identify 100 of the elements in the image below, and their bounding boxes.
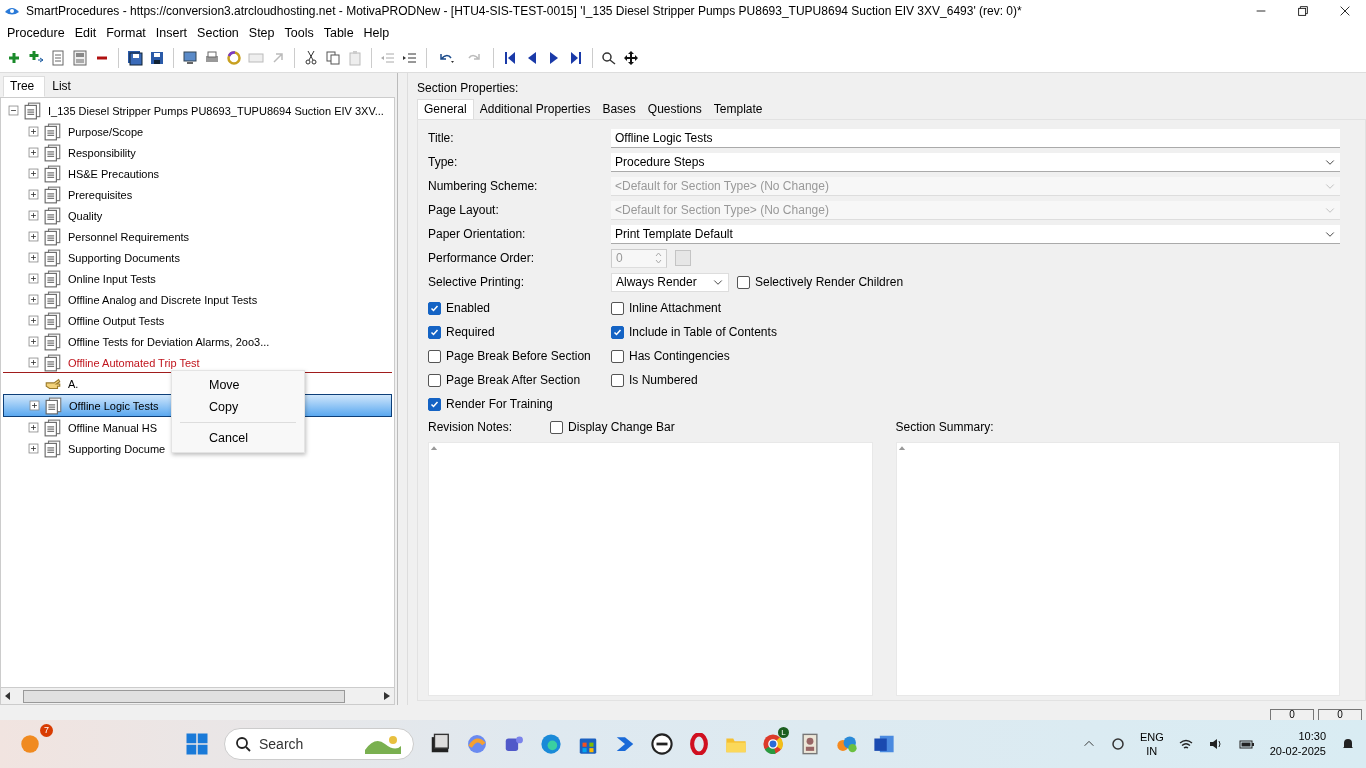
save-icon[interactable] bbox=[149, 50, 165, 66]
checkbox-label[interactable]: Include in Table of Contents bbox=[629, 325, 777, 339]
color-ring-icon[interactable] bbox=[226, 50, 242, 66]
search-field[interactable]: Search bbox=[224, 728, 414, 760]
checkbox[interactable] bbox=[611, 349, 624, 363]
menu-item[interactable]: Insert bbox=[150, 26, 193, 40]
checkbox-label[interactable]: Is Numbered bbox=[629, 373, 698, 387]
tree-item[interactable]: Purpose/Scope bbox=[66, 124, 146, 139]
menu-item[interactable]: Edit bbox=[69, 26, 102, 40]
expand-icon[interactable] bbox=[27, 356, 40, 369]
tree-item[interactable]: Responsibility bbox=[66, 145, 138, 160]
expand-icon[interactable] bbox=[27, 293, 40, 306]
checkbox[interactable] bbox=[428, 325, 441, 339]
collapse-icon[interactable] bbox=[7, 104, 20, 117]
tab[interactable]: General bbox=[417, 99, 474, 119]
tree-item[interactable]: Supporting Docume bbox=[66, 441, 168, 456]
tree-item[interactable]: Online Input Tests bbox=[66, 271, 158, 286]
copy-icon[interactable] bbox=[325, 50, 341, 66]
checkbox[interactable] bbox=[737, 275, 750, 289]
move-icon[interactable] bbox=[623, 50, 639, 66]
word-document-icon[interactable] bbox=[873, 733, 895, 755]
scroll-left-icon[interactable] bbox=[5, 692, 11, 700]
checkbox-label[interactable]: Display Change Bar bbox=[568, 420, 675, 434]
menu-item[interactable]: Cancel bbox=[172, 427, 304, 449]
start-icon[interactable] bbox=[185, 732, 209, 756]
checkbox[interactable] bbox=[611, 373, 624, 387]
checkbox[interactable] bbox=[428, 397, 441, 411]
menu-item[interactable]: Step bbox=[243, 26, 280, 40]
checkbox-label[interactable]: Selectively Render Children bbox=[755, 275, 904, 289]
tree-item[interactable]: Prerequisites bbox=[66, 187, 135, 202]
language-indicator[interactable]: IN bbox=[1146, 744, 1158, 758]
save-all-icon[interactable] bbox=[127, 50, 143, 66]
chrome-ball-icon[interactable] bbox=[762, 733, 784, 755]
clock-date[interactable]: 20-02-2025 bbox=[1269, 744, 1326, 759]
section-summary-field[interactable] bbox=[895, 442, 1340, 696]
dropdown[interactable]: Procedure Steps bbox=[611, 152, 1340, 172]
checkbox[interactable] bbox=[550, 420, 564, 434]
checkbox-label[interactable]: Page Break After Section bbox=[446, 373, 581, 387]
checkbox[interactable] bbox=[428, 373, 441, 387]
menu-item[interactable]: Copy bbox=[172, 396, 304, 418]
tree-item[interactable]: Offline Output Tests bbox=[66, 313, 167, 328]
language-indicator[interactable]: ENG bbox=[1139, 730, 1164, 744]
expand-icon[interactable] bbox=[27, 442, 40, 455]
tree-item[interactable]: Offline Logic Tests bbox=[67, 398, 161, 413]
indent-icon[interactable] bbox=[402, 50, 418, 66]
menu-item[interactable]: Section bbox=[192, 26, 244, 40]
tab[interactable]: Bases bbox=[596, 100, 642, 119]
folder-tray-icon[interactable] bbox=[429, 733, 451, 755]
tree-item[interactable]: Offline Manual HS bbox=[66, 420, 160, 435]
checkbox-label[interactable]: Enabled bbox=[446, 301, 491, 315]
menu-item[interactable]: Procedure bbox=[2, 26, 70, 40]
overlapping-shapes-icon[interactable] bbox=[836, 733, 858, 755]
horizontal-scrollbar[interactable] bbox=[0, 688, 395, 705]
tab[interactable]: Template bbox=[707, 100, 769, 119]
find-icon[interactable] bbox=[601, 50, 617, 66]
clock-time[interactable]: 10:30 bbox=[1298, 729, 1326, 744]
monitor-icon[interactable] bbox=[182, 50, 198, 66]
tab[interactable]: Questions bbox=[641, 100, 708, 119]
expand-icon[interactable] bbox=[27, 146, 40, 159]
swirl-icon[interactable] bbox=[466, 733, 488, 755]
restore-icon[interactable] bbox=[1296, 4, 1310, 18]
title-field[interactable]: Offline Logic Tests bbox=[611, 128, 1340, 148]
expand-icon[interactable] bbox=[27, 421, 40, 434]
expand-icon[interactable] bbox=[27, 125, 40, 138]
checkbox[interactable] bbox=[428, 301, 441, 315]
tab[interactable]: Tree bbox=[3, 76, 46, 97]
document-icon[interactable] bbox=[72, 50, 88, 66]
tree-item[interactable]: I_135 Diesel Stripper Pumps PU8693_TUPU8694 Suction EIV 3XV... bbox=[46, 103, 386, 118]
checkbox[interactable] bbox=[428, 349, 441, 363]
checkbox-label[interactable]: Inline Attachment bbox=[629, 301, 722, 315]
last-icon[interactable] bbox=[568, 50, 584, 66]
tab[interactable]: Additional Properties bbox=[473, 100, 597, 119]
expand-icon[interactable] bbox=[27, 188, 40, 201]
cut-icon[interactable] bbox=[303, 50, 319, 66]
checkbox[interactable] bbox=[611, 301, 624, 315]
ring-icon[interactable] bbox=[688, 733, 710, 755]
menu-item[interactable]: Tools bbox=[279, 26, 319, 40]
tree-item[interactable]: Offline Tests for Deviation Alarms, 2oo3... bbox=[66, 334, 272, 349]
checkbox[interactable] bbox=[611, 325, 624, 339]
tree-item[interactable]: Offline Automated Trip Test bbox=[66, 355, 202, 370]
tree-item[interactable]: Offline Analog and Discrete Input Tests bbox=[66, 292, 260, 307]
menu-item[interactable]: Format bbox=[101, 26, 151, 40]
expand-icon[interactable] bbox=[27, 209, 40, 222]
expand-icon[interactable] bbox=[27, 272, 40, 285]
menu-item[interactable]: Help bbox=[358, 26, 395, 40]
menu-item[interactable]: Table bbox=[318, 26, 359, 40]
tree-item[interactable]: HS&E Precautions bbox=[66, 166, 162, 181]
first-icon[interactable] bbox=[502, 50, 518, 66]
id-card-icon[interactable] bbox=[799, 733, 821, 755]
revision-notes-field[interactable] bbox=[428, 442, 873, 696]
dropdown[interactable]: Print Template Default bbox=[611, 224, 1340, 244]
tree-item[interactable]: Supporting Documents bbox=[66, 250, 182, 265]
expand-icon[interactable] bbox=[27, 230, 40, 243]
checkbox-label[interactable]: Has Contingencies bbox=[629, 349, 730, 363]
tree-item[interactable]: Personnel Requirements bbox=[66, 229, 192, 244]
checkbox-label[interactable]: Page Break Before Section bbox=[446, 349, 591, 363]
circle-logo-icon[interactable] bbox=[651, 733, 673, 755]
tree-item[interactable]: A. bbox=[66, 376, 81, 391]
tab[interactable]: List bbox=[45, 76, 82, 97]
tree-item[interactable]: Quality bbox=[66, 208, 105, 223]
